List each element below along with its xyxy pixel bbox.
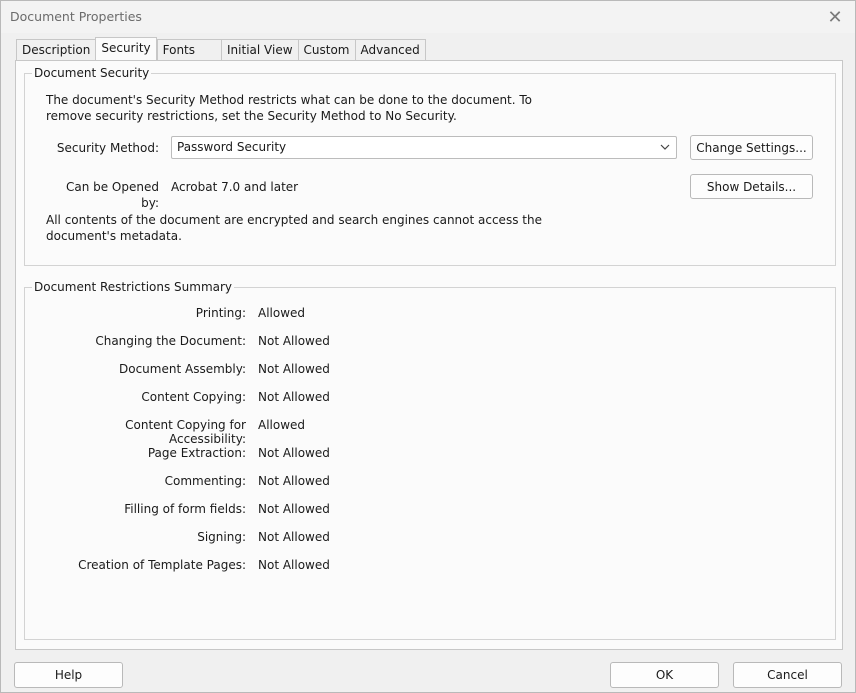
ok-button[interactable]: OK — [610, 662, 719, 688]
close-icon: ✕ — [827, 6, 843, 28]
encryption-note: All contents of the document are encrypt… — [46, 213, 542, 243]
restriction-value-copying-accessibility: Allowed — [258, 418, 306, 432]
title-bar: Document Properties ✕ — [1, 1, 855, 33]
restriction-value-commenting: Not Allowed — [258, 474, 330, 488]
restriction-label-copying-accessibility: Content Copying for Accessibility: — [125, 418, 246, 446]
restriction-label-signing: Signing: — [197, 530, 246, 544]
restriction-label-template-pages: Creation of Template Pages: — [78, 558, 246, 572]
security-method-label: Security Method: — [56, 141, 159, 155]
restriction-value-document-assembly: Not Allowed — [258, 362, 330, 376]
opened-by-label: Can be Opened by: — [65, 180, 159, 210]
security-method-value: Password Security — [177, 140, 287, 154]
restriction-label-page-extraction: Page Extraction: — [147, 446, 246, 460]
security-method-select[interactable]: Password Security — [171, 136, 677, 159]
restriction-label-printing: Printing: — [195, 306, 246, 320]
tab-fonts[interactable]: Fonts — [156, 39, 222, 60]
restriction-value-printing: Allowed — [258, 306, 306, 320]
tab-custom[interactable]: Custom — [297, 39, 355, 60]
restriction-label-content-copying: Content Copying: — [141, 390, 246, 404]
restriction-value-changing-document: Not Allowed — [258, 334, 330, 348]
document-security-title: Document Security — [32, 66, 152, 80]
document-restrictions-group: Document Restrictions Summary Printing: … — [24, 280, 836, 640]
document-restrictions-title: Document Restrictions Summary — [32, 280, 235, 294]
chevron-down-icon — [659, 140, 671, 154]
restriction-label-changing-document: Changing the Document: — [95, 334, 246, 348]
security-description: The document's Security Method restricts… — [46, 93, 533, 123]
show-details-button[interactable]: Show Details... — [690, 174, 813, 199]
restriction-value-content-copying: Not Allowed — [258, 390, 330, 404]
cancel-button[interactable]: Cancel — [733, 662, 842, 688]
help-button[interactable]: Help — [14, 662, 123, 688]
security-tab-panel: Document Security The document's Securit… — [15, 60, 843, 650]
tab-security[interactable]: Security — [95, 37, 157, 60]
restriction-label-filling-form-fields: Filling of form fields: — [124, 502, 246, 516]
change-settings-button[interactable]: Change Settings... — [690, 135, 813, 160]
document-properties-dialog: Document Properties ✕ Description Securi… — [0, 0, 856, 693]
restriction-label-document-assembly: Document Assembly: — [119, 362, 246, 376]
restriction-value-filling-form-fields: Not Allowed — [258, 502, 330, 516]
restriction-value-template-pages: Not Allowed — [258, 558, 330, 572]
tab-description[interactable]: Description — [16, 39, 96, 60]
restriction-value-page-extraction: Not Allowed — [258, 446, 330, 460]
restriction-label-commenting: Commenting: — [164, 474, 246, 488]
tab-advanced[interactable]: Advanced — [354, 39, 426, 60]
document-security-group: Document Security The document's Securit… — [24, 66, 836, 266]
restriction-value-signing: Not Allowed — [258, 530, 330, 544]
opened-by-value: Acrobat 7.0 and later — [171, 180, 299, 194]
close-button[interactable]: ✕ — [821, 5, 849, 29]
tab-initial-view[interactable]: Initial View — [221, 39, 298, 60]
window-title: Document Properties — [10, 9, 142, 24]
tab-strip: Description Security Fonts Initial View … — [16, 37, 426, 60]
